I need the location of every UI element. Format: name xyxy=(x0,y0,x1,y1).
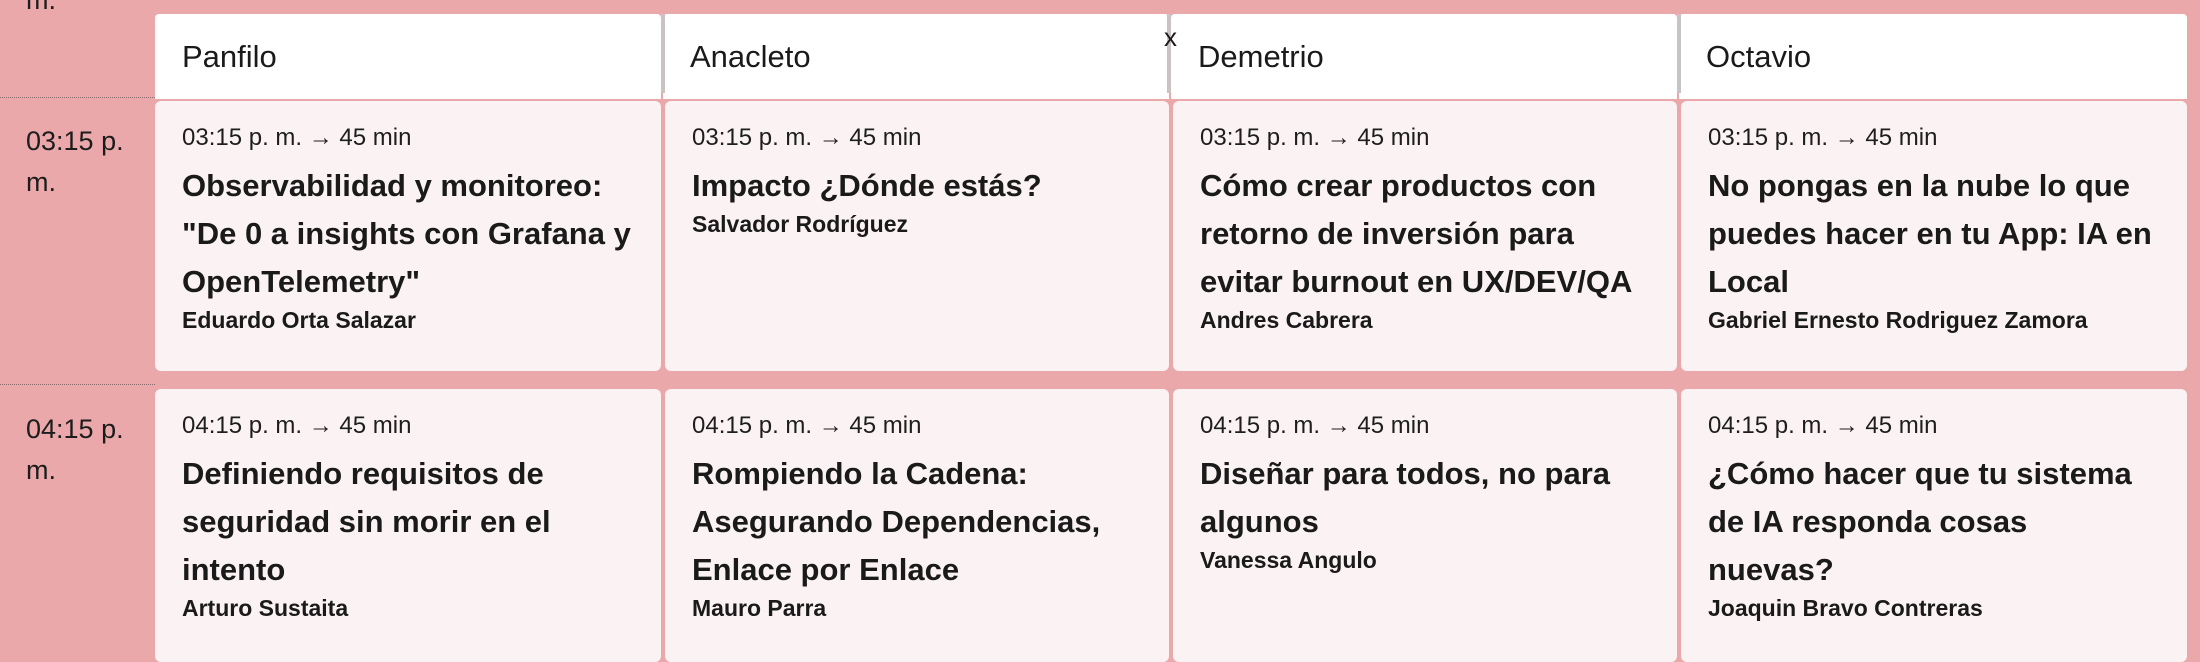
session-time: 04:15 p. m. → 45 min xyxy=(1708,412,1938,439)
session-speaker: Mauro Parra xyxy=(692,595,827,621)
time-divider xyxy=(0,384,155,385)
session-title[interactable]: No pongas en la nube lo que puedes hacer… xyxy=(1708,162,2160,306)
session-speaker: Joaquin Bravo Contreras xyxy=(1708,595,1983,621)
session-speaker: Salvador Rodríguez xyxy=(692,211,908,237)
session-time: 03:15 p. m. → 45 min xyxy=(1200,124,1430,151)
track-header-panfilo: Panfilo xyxy=(155,14,661,99)
session-card[interactable]: 04:15 p. m. → 45 min Definiendo requisit… xyxy=(155,389,661,662)
track-header-octavio: Octavio xyxy=(1679,14,2187,99)
session-time: 04:15 p. m. → 45 min xyxy=(1200,412,1430,439)
track-header-demetrio: Demetrio xyxy=(1171,14,1677,99)
session-time: 04:15 p. m. → 45 min xyxy=(692,412,922,439)
session-card[interactable]: 03:15 p. m. → 45 min Observabilidad y mo… xyxy=(155,101,661,371)
session-card[interactable]: 03:15 p. m. → 45 min Cómo crear producto… xyxy=(1173,101,1677,371)
session-speaker: Arturo Sustaita xyxy=(182,595,349,621)
session-card[interactable]: 03:15 p. m. → 45 min No pongas en la nub… xyxy=(1681,101,2187,371)
header-separator xyxy=(661,14,665,93)
time-label: 04:15 p. m. xyxy=(26,414,124,485)
session-card[interactable]: 04:15 p. m. → 45 min Rompiendo la Cadena… xyxy=(665,389,1169,662)
session-time: 03:15 p. m. → 45 min xyxy=(1708,124,1938,151)
session-title[interactable]: Impacto ¿Dónde estás? xyxy=(692,162,1142,210)
session-card[interactable]: 03:15 p. m. → 45 min Impacto ¿Dónde está… xyxy=(665,101,1169,371)
time-label-partial: m. xyxy=(26,0,56,15)
session-speaker: Gabriel Ernesto Rodriguez Zamora xyxy=(1708,307,2088,333)
session-title[interactable]: Observabilidad y monitoreo: "De 0 a insi… xyxy=(182,162,634,306)
session-speaker: Eduardo Orta Salazar xyxy=(182,307,416,333)
track-name: Panfilo xyxy=(182,38,277,74)
session-card[interactable]: 04:15 p. m. → 45 min ¿Cómo hacer que tu … xyxy=(1681,389,2187,662)
session-speaker: Andres Cabrera xyxy=(1200,307,1373,333)
track-name: Anacleto xyxy=(690,38,811,74)
stray-glyph: x xyxy=(1164,22,1177,52)
track-name: Demetrio xyxy=(1198,38,1324,74)
session-card[interactable]: 04:15 p. m. → 45 min Diseñar para todos,… xyxy=(1173,389,1677,662)
track-name: Octavio xyxy=(1706,38,1812,74)
session-title[interactable]: Rompiendo la Cadena: Asegurando Dependen… xyxy=(692,450,1142,594)
session-title[interactable]: Diseñar para todos, no para algunos xyxy=(1200,450,1650,546)
time-label: 03:15 p. m. xyxy=(26,126,124,197)
session-time: 03:15 p. m. → 45 min xyxy=(182,124,412,151)
session-title[interactable]: Cómo crear productos con retorno de inve… xyxy=(1200,162,1650,306)
session-time: 04:15 p. m. → 45 min xyxy=(182,412,412,439)
session-title[interactable]: Definiendo requisitos de seguridad sin m… xyxy=(182,450,634,594)
time-divider xyxy=(0,97,155,98)
schedule-grid: m. 03:15 p. m. 04:15 p. m. Panfilo Anacl… xyxy=(0,0,2200,662)
track-header-anacleto: Anacleto xyxy=(663,14,1169,99)
session-time: 03:15 p. m. → 45 min xyxy=(692,124,922,151)
session-speaker: Vanessa Angulo xyxy=(1200,547,1377,573)
session-title[interactable]: ¿Cómo hacer que tu sistema de IA respond… xyxy=(1708,450,2160,594)
header-separator xyxy=(1677,14,1681,93)
